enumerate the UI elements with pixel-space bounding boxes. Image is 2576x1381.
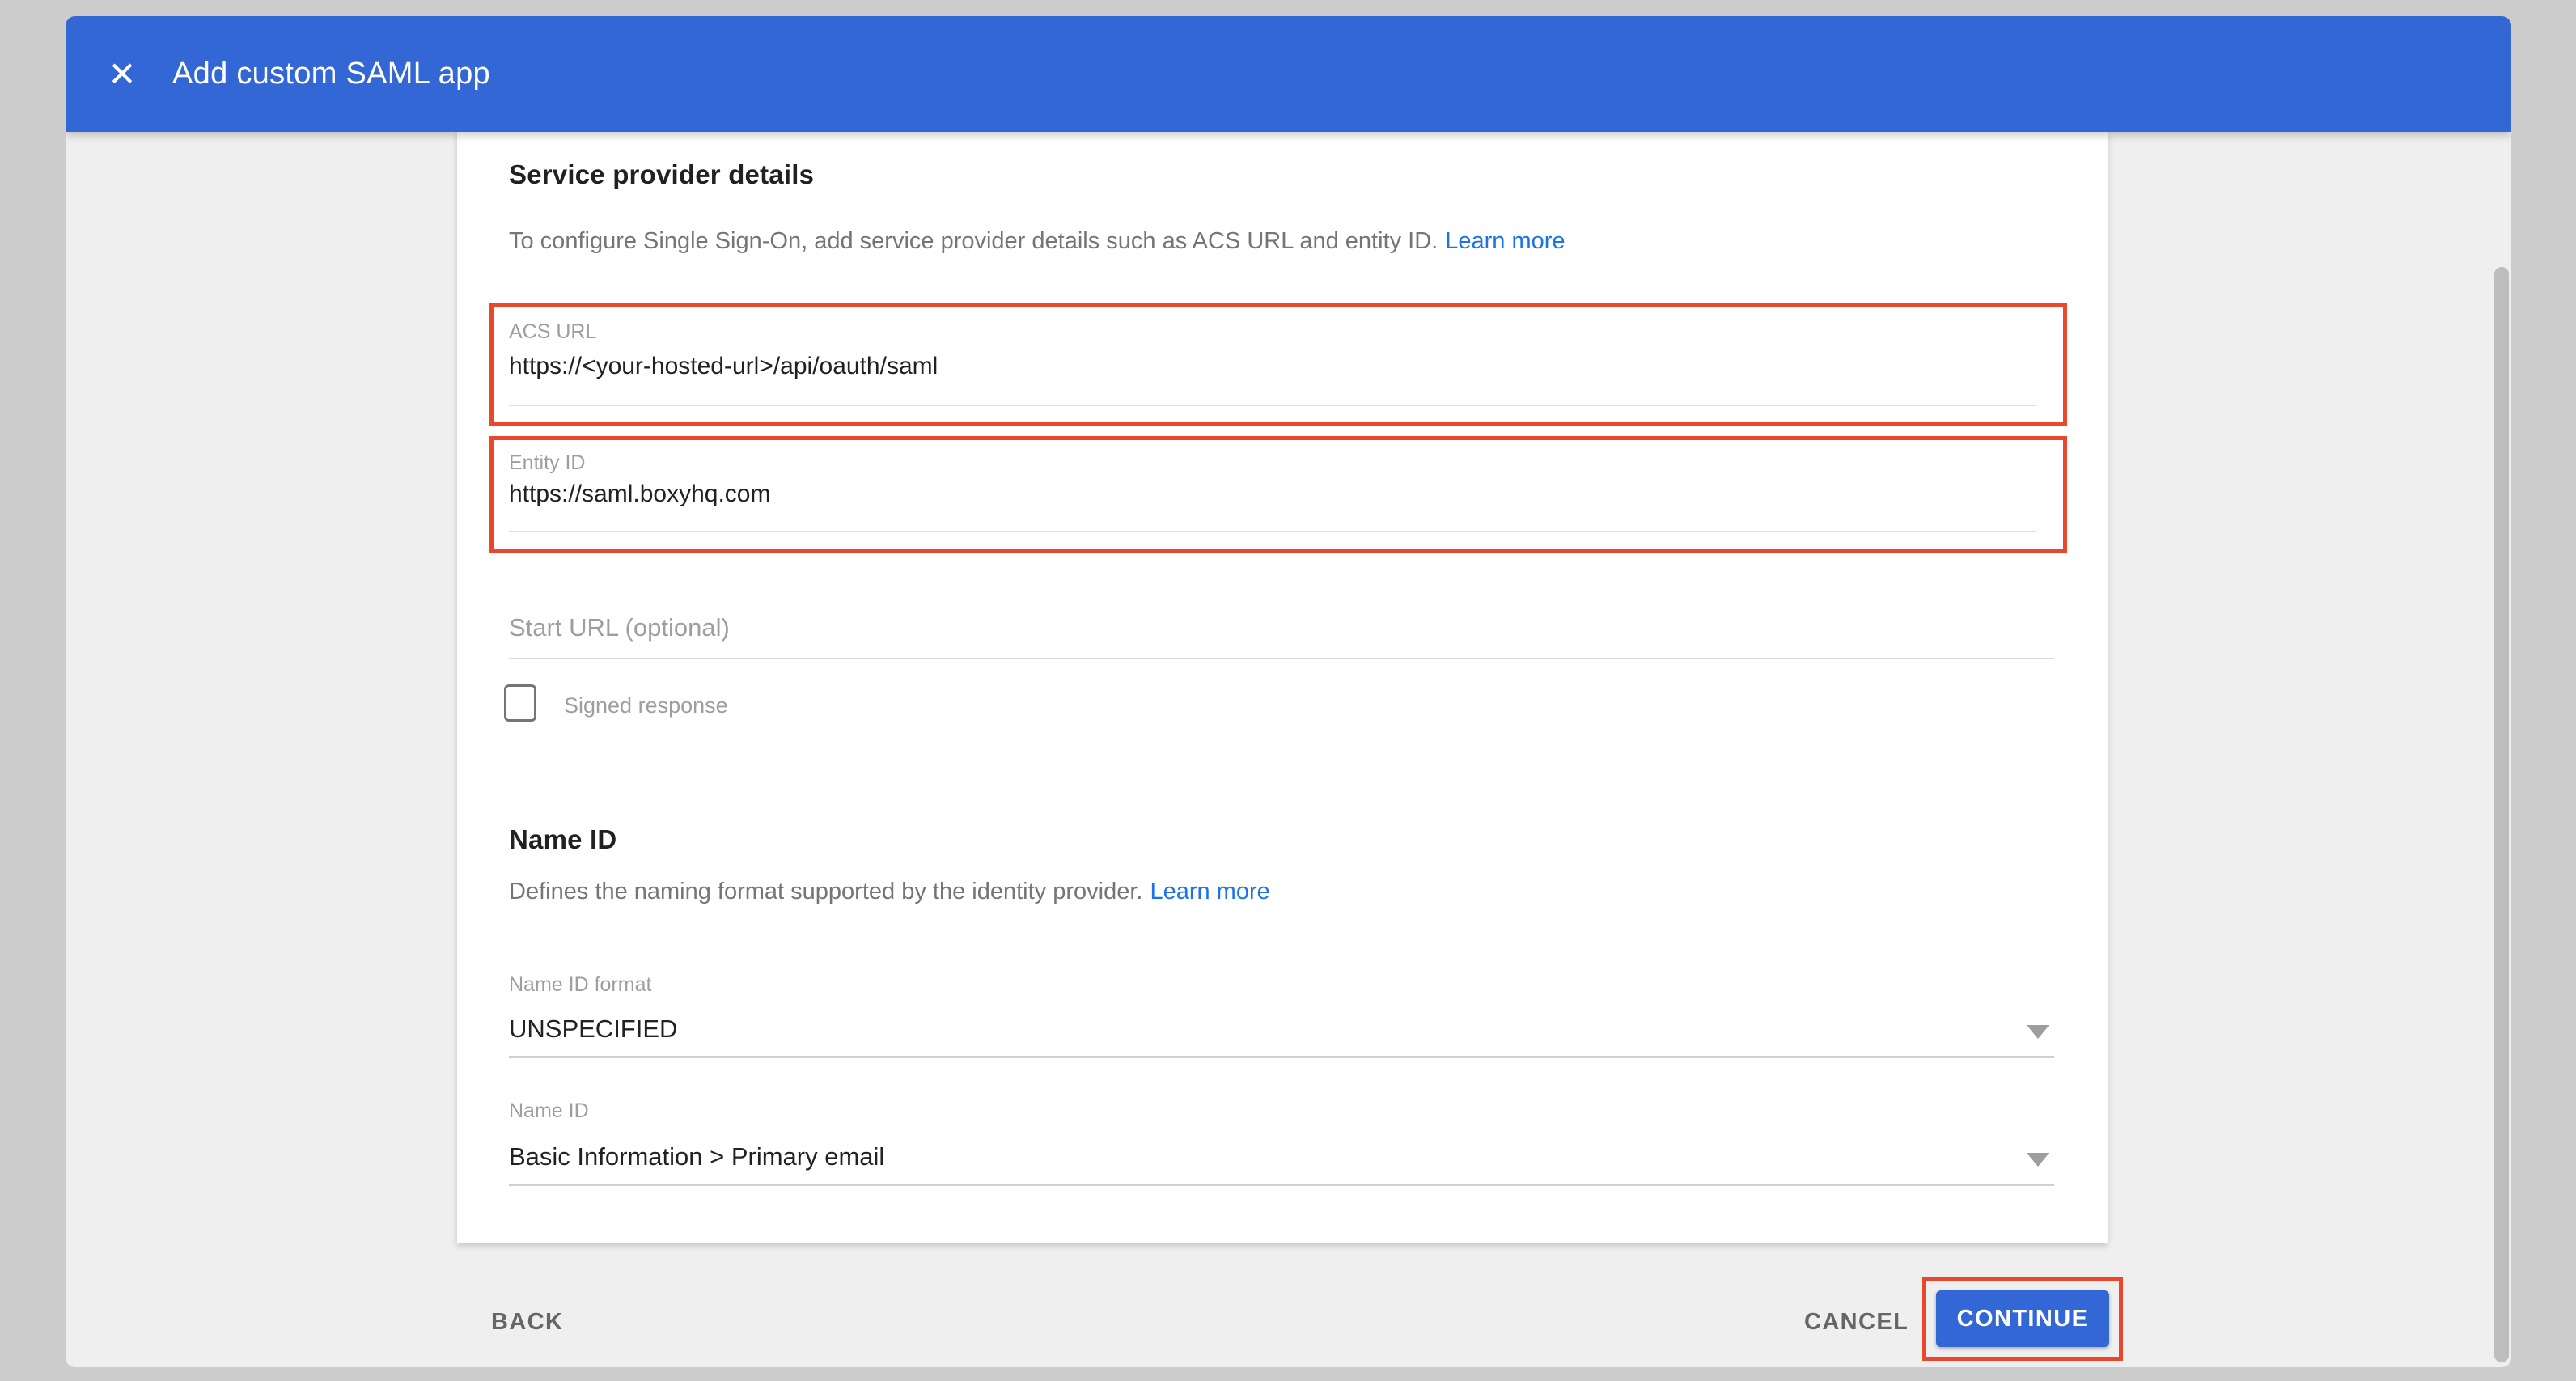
entity-id-input[interactable] (509, 481, 2031, 508)
name-id-format-value: UNSPECIFIED (509, 1015, 677, 1044)
name-id-format-underline (509, 1056, 2054, 1058)
name-id-format-select[interactable]: UNSPECIFIED (509, 1010, 2049, 1048)
chevron-down-icon (2027, 1025, 2049, 1039)
signed-response-checkbox[interactable] (504, 684, 536, 722)
name-id-learn-more-link[interactable]: Learn more (1150, 879, 1269, 904)
name-id-format-label: Name ID format (509, 973, 651, 997)
name-id-underline (509, 1184, 2054, 1186)
name-id-label: Name ID (509, 1099, 589, 1123)
scrollbar-thumb[interactable] (2494, 267, 2509, 1362)
name-id-select[interactable]: Basic Information > Primary email (509, 1138, 2049, 1176)
service-provider-heading: Service provider details (509, 159, 814, 190)
form-card: Service provider details To configure Si… (457, 132, 2108, 1243)
acs-url-input[interactable] (509, 353, 2031, 380)
name-id-description-text: Defines the naming format supported by t… (509, 879, 1142, 904)
name-id-heading: Name ID (509, 824, 616, 855)
entity-id-highlight-box: Entity ID (489, 436, 2067, 553)
learn-more-link[interactable]: Learn more (1445, 228, 1565, 254)
dialog-header: ✕ Add custom SAML app (66, 16, 2511, 132)
service-provider-description-text: To configure Single Sign-On, add service… (509, 228, 1438, 254)
continue-highlight-box: CONTINUE (1922, 1277, 2123, 1361)
page-background: ✕ Add custom SAML app Service provider d… (0, 0, 2576, 1381)
entity-id-label: Entity ID (509, 451, 585, 475)
acs-url-label: ACS URL (509, 320, 596, 344)
start-url-underline (509, 658, 2054, 659)
add-custom-saml-app-dialog: ✕ Add custom SAML app Service provider d… (66, 16, 2511, 1367)
back-button[interactable]: BACK (477, 1299, 578, 1345)
close-icon[interactable]: ✕ (98, 50, 146, 99)
entity-id-underline (509, 531, 2036, 532)
start-url-input[interactable] (509, 609, 2054, 646)
dialog-title: Add custom SAML app (172, 57, 490, 91)
acs-url-highlight-box: ACS URL (489, 303, 2067, 426)
cancel-button[interactable]: CANCEL (1790, 1299, 1923, 1345)
chevron-down-icon (2027, 1153, 2049, 1167)
name-id-description: Defines the naming format supported by t… (509, 876, 1270, 907)
continue-button[interactable]: CONTINUE (1936, 1290, 2109, 1347)
name-id-value: Basic Information > Primary email (509, 1142, 884, 1171)
service-provider-description: To configure Single Sign-On, add service… (509, 226, 1566, 256)
acs-url-underline (509, 405, 2036, 406)
signed-response-label: Signed response (564, 693, 728, 718)
